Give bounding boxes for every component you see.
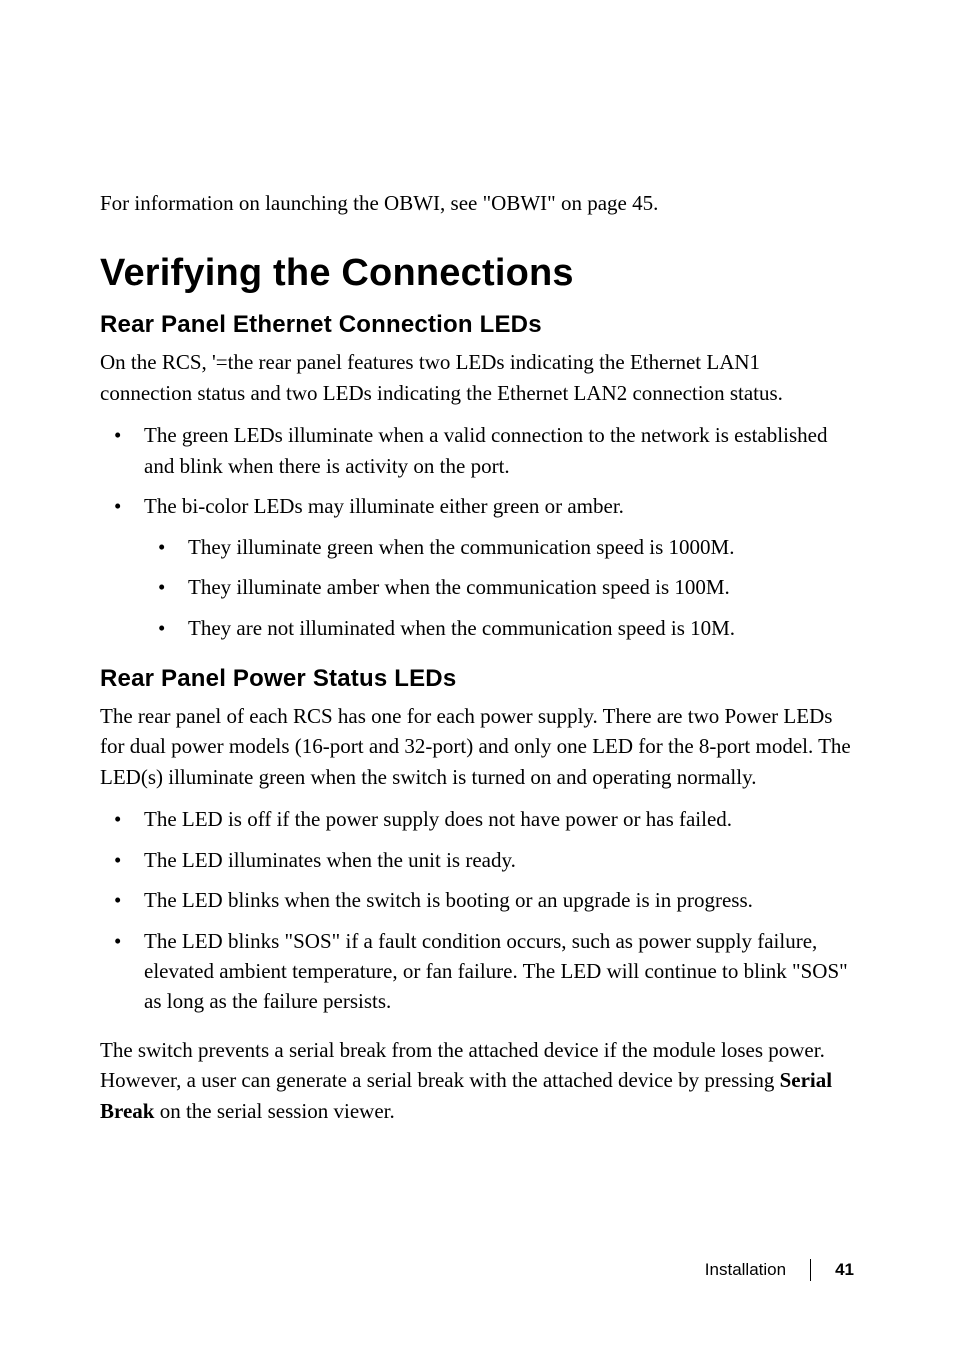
list-item-text: The bi-color LEDs may illuminate either … [144, 494, 624, 518]
page-footer: Installation 41 [705, 1259, 854, 1281]
list-item: The LED blinks when the switch is bootin… [100, 885, 854, 915]
footer-divider [810, 1259, 811, 1281]
section2-heading: Rear Panel Power Status LEDs [100, 665, 854, 693]
list-item: They are not illuminated when the commun… [144, 613, 854, 643]
section1-bullet-list: The green LEDs illuminate when a valid c… [100, 420, 854, 643]
list-item: The LED illuminates when the unit is rea… [100, 845, 854, 875]
section2-bullet-list: The LED is off if the power supply does … [100, 804, 854, 1017]
footer-section-label: Installation [705, 1260, 786, 1280]
list-item: They illuminate green when the communica… [144, 532, 854, 562]
section2-paragraph: The rear panel of each RCS has one for e… [100, 701, 854, 792]
list-item: The bi-color LEDs may illuminate either … [100, 491, 854, 643]
list-item: The green LEDs illuminate when a valid c… [100, 420, 854, 481]
closing-text-post: on the serial session viewer. [154, 1099, 394, 1123]
intro-paragraph: For information on launching the OBWI, s… [100, 188, 854, 218]
section1-paragraph: On the RCS, '=the rear panel features tw… [100, 347, 854, 408]
main-heading: Verifying the Connections [100, 252, 854, 295]
footer-page-number: 41 [835, 1260, 854, 1280]
section1-sub-bullet-list: They illuminate green when the communica… [144, 532, 854, 643]
list-item: The LED blinks "SOS" if a fault conditio… [100, 926, 854, 1017]
closing-text-pre: The switch prevents a serial break from … [100, 1038, 825, 1092]
list-item: They illuminate amber when the communica… [144, 572, 854, 602]
section2-closing-paragraph: The switch prevents a serial break from … [100, 1035, 854, 1126]
section1-heading: Rear Panel Ethernet Connection LEDs [100, 311, 854, 339]
list-item: The LED is off if the power supply does … [100, 804, 854, 834]
